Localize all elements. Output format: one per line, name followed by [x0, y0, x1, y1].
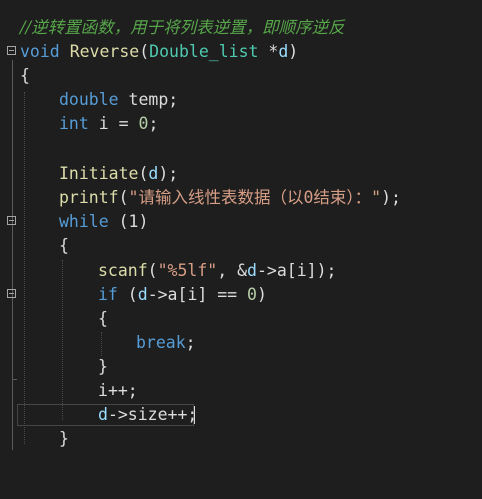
keyword: void	[20, 42, 60, 61]
punctuation: *	[258, 42, 279, 61]
punctuation: (	[117, 285, 138, 304]
code-line[interactable]: {	[0, 64, 482, 88]
brace: {	[98, 309, 108, 328]
collapse-fold-icon[interactable]	[7, 46, 16, 55]
operator: ++;	[107, 381, 138, 400]
brace: {	[20, 66, 30, 85]
collapse-fold-icon[interactable]	[7, 289, 16, 298]
punctuation: ;	[148, 114, 159, 133]
type-name: Double_list	[149, 42, 259, 61]
variable-name: i	[98, 114, 109, 133]
keyword: break	[136, 333, 186, 352]
punctuation: (	[118, 188, 129, 207]
function-name: Reverse	[69, 42, 140, 61]
code-line[interactable]: if (d->a[i] == 0)	[0, 283, 482, 307]
punctuation: );	[158, 164, 179, 183]
punctuation: )	[256, 285, 267, 304]
brace: {	[59, 236, 69, 255]
punctuation: ]);	[306, 261, 337, 280]
text-cursor	[194, 406, 195, 424]
keyword: int	[59, 114, 89, 133]
variable-name: temp	[128, 90, 169, 109]
code-line[interactable]: }	[0, 355, 482, 379]
operator: ] ==	[197, 285, 248, 304]
punctuation: ->a[	[147, 285, 188, 304]
parameter-name: d	[247, 261, 257, 280]
punctuation: (	[139, 42, 150, 61]
brace: }	[59, 429, 69, 448]
code-line[interactable]: double temp;	[0, 88, 482, 112]
variable-name: i	[187, 285, 198, 304]
code-line[interactable]: break;	[0, 331, 482, 355]
punctuation: (	[147, 261, 158, 280]
brace: }	[98, 357, 108, 376]
punctuation: (	[138, 164, 149, 183]
comment-text: //逆转置函数，用于将列表逆置，即顺序逆反	[20, 18, 345, 37]
function-name: Initiate	[59, 164, 139, 183]
declaration: double temp;	[59, 88, 178, 112]
break-statement: break;	[136, 331, 196, 355]
code-line[interactable]: i++;	[0, 379, 482, 403]
parameter-name: d	[98, 405, 108, 424]
number-literal: 0	[138, 114, 149, 133]
parameter-name: d	[148, 164, 159, 183]
function-call: printf("请输入线性表数据（以0结束）：");	[59, 186, 401, 210]
code-line[interactable]: void Reverse(Double_list *d)	[0, 40, 482, 64]
while-statement: while (1)	[59, 210, 148, 234]
declaration: int i = 0;	[59, 112, 158, 136]
punctuation: ;	[168, 90, 179, 109]
punctuation: );	[381, 188, 401, 207]
increment-statement: d->size++;	[98, 403, 197, 427]
operator: ->size++;	[107, 405, 198, 424]
code-line[interactable]: //逆转置函数，用于将列表逆置，即顺序逆反	[0, 16, 482, 40]
function-signature: void Reverse(Double_list *d)	[20, 40, 298, 64]
string-literal: "%5lf"	[157, 261, 218, 280]
punctuation: )	[288, 42, 299, 61]
code-editor[interactable]: //逆转置函数，用于将列表逆置，即顺序逆反 void Reverse(Doubl…	[0, 0, 482, 454]
code-line[interactable]: }	[0, 427, 482, 451]
code-line[interactable]: d->size++;	[0, 403, 482, 427]
punctuation: ->a[	[256, 261, 297, 280]
code-line[interactable]: {	[0, 307, 482, 331]
code-line[interactable]: Initiate(d);	[0, 162, 482, 186]
parameter-name: d	[137, 285, 148, 304]
parameter-name: d	[278, 42, 289, 61]
code-line[interactable]: {	[0, 234, 482, 258]
collapse-fold-icon[interactable]	[7, 216, 16, 225]
punctuation: ;	[185, 333, 196, 352]
function-call: Initiate(d);	[59, 162, 178, 186]
number-literal: 0	[247, 285, 257, 304]
punctuation: , &	[217, 261, 248, 280]
increment-statement: i++;	[98, 379, 138, 403]
keyword: if	[98, 285, 118, 304]
keyword: while	[59, 212, 109, 231]
code-line[interactable]: scanf("%5lf", &d->a[i]);	[0, 259, 482, 283]
condition: (1)	[108, 212, 149, 231]
string-literal: "请输入线性表数据（以0结束）："	[128, 188, 382, 207]
function-name: scanf	[98, 261, 148, 280]
code-line[interactable]: while (1)	[0, 210, 482, 234]
code-line[interactable]: int i = 0;	[0, 112, 482, 136]
operator: =	[108, 114, 139, 133]
variable-name: i	[296, 261, 307, 280]
keyword: double	[59, 90, 119, 109]
function-name: printf	[59, 188, 119, 207]
function-call: scanf("%5lf", &d->a[i]);	[98, 259, 336, 283]
if-statement: if (d->a[i] == 0)	[98, 283, 267, 307]
code-line[interactable]: printf("请输入线性表数据（以0结束）：");	[0, 186, 482, 210]
variable-name: i	[98, 381, 108, 400]
